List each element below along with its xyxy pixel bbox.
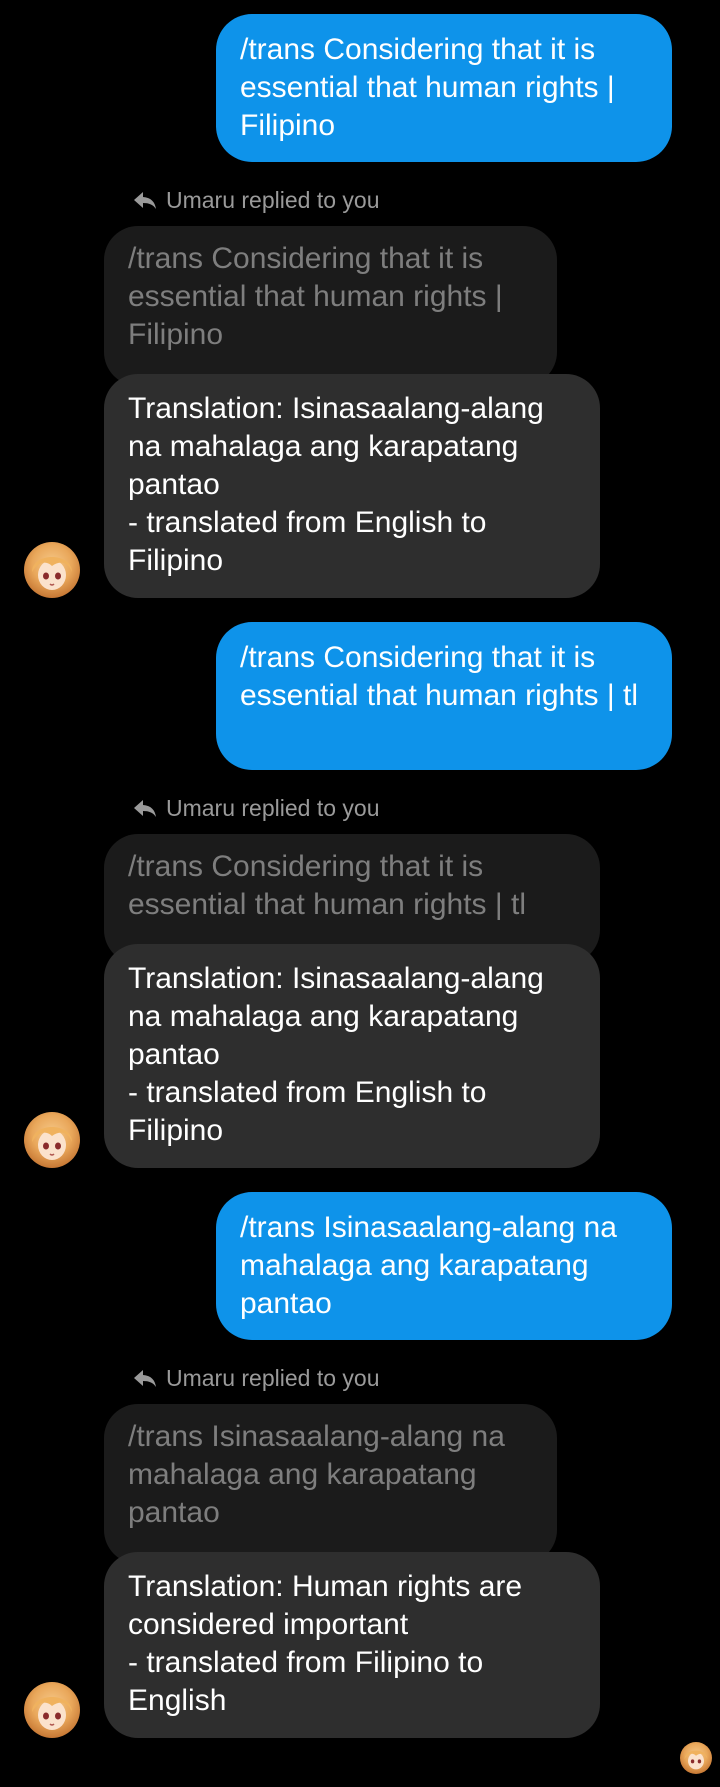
- reply-arrow-icon: [134, 1370, 156, 1387]
- bot-avatar-icon[interactable]: [24, 1682, 80, 1738]
- reply-indicator: Umaru replied to you: [132, 186, 380, 214]
- reply-indicator-text: Umaru replied to you: [166, 187, 380, 213]
- avatar-face-icon: [32, 1127, 72, 1160]
- reply-indicator-text: Umaru replied to you: [166, 795, 380, 821]
- reply-indicator-text: Umaru replied to you: [166, 1365, 380, 1391]
- outgoing-message[interactable]: /trans Considering that it is essential …: [216, 622, 672, 770]
- reply-arrow-icon: [134, 192, 156, 209]
- seen-avatar-icon: [680, 1742, 712, 1774]
- quoted-message[interactable]: /trans Isinasaalang-alang na mahalaga an…: [104, 1404, 557, 1564]
- avatar-face-icon: [32, 1697, 72, 1730]
- incoming-message[interactable]: Translation: Isinasaalang-alang na mahal…: [104, 944, 600, 1168]
- bot-avatar-icon[interactable]: [24, 1112, 80, 1168]
- reply-indicator: Umaru replied to you: [132, 794, 380, 822]
- seen-face-icon: [684, 1750, 708, 1770]
- incoming-message[interactable]: Translation: Isinasaalang-alang na mahal…: [104, 374, 600, 598]
- avatar-face-icon: [32, 557, 72, 590]
- reply-arrow-icon: [134, 800, 156, 817]
- outgoing-message[interactable]: /trans Considering that it is essential …: [216, 14, 672, 162]
- bot-avatar-icon[interactable]: [24, 542, 80, 598]
- reply-indicator: Umaru replied to you: [132, 1364, 380, 1392]
- quoted-message[interactable]: /trans Considering that it is essential …: [104, 226, 557, 386]
- incoming-message[interactable]: Translation: Human rights are considered…: [104, 1552, 600, 1738]
- outgoing-message[interactable]: /trans Isinasaalang-alang na mahalaga an…: [216, 1192, 672, 1340]
